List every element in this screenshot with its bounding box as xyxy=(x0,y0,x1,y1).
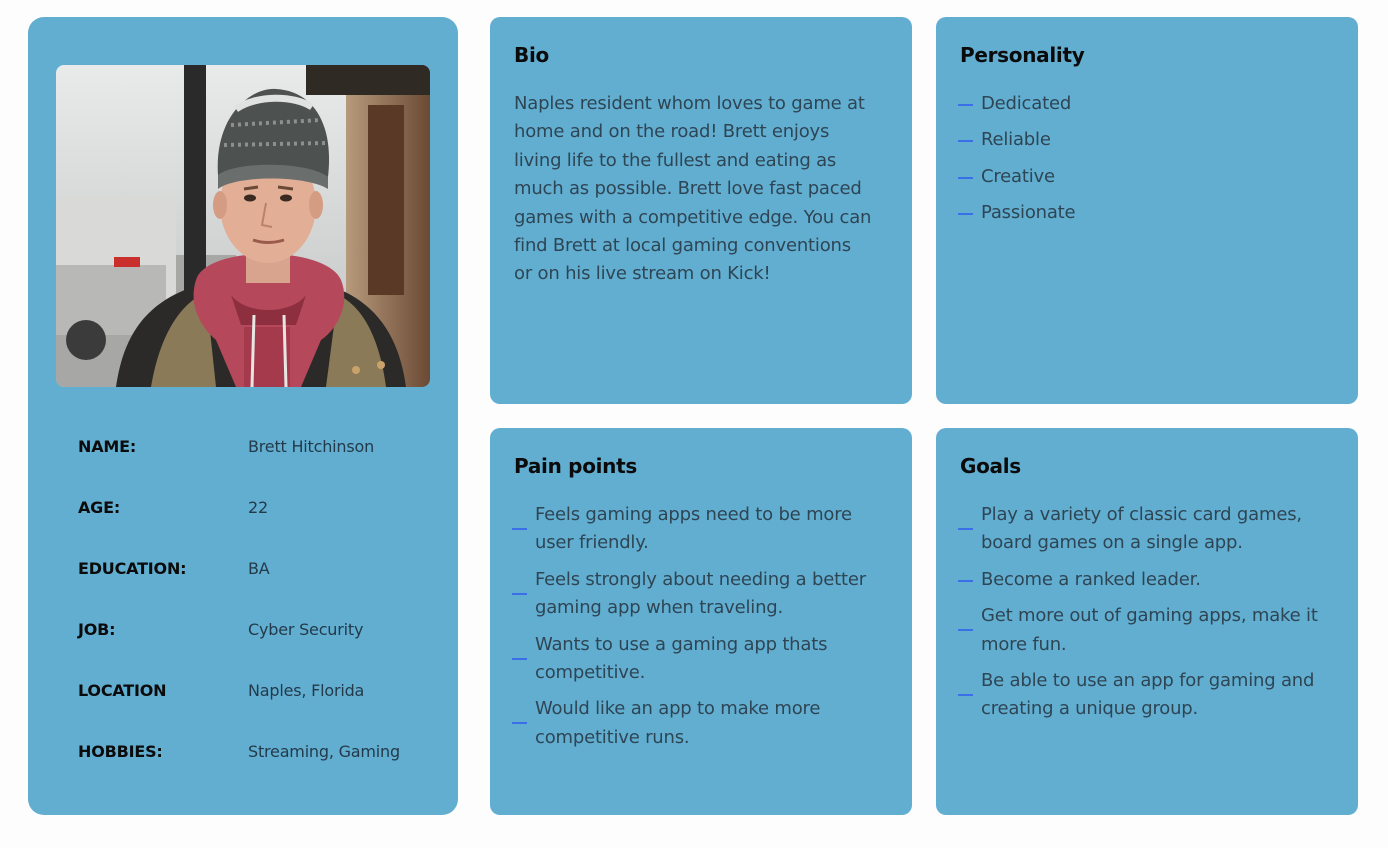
bio-card: Bio Naples resident whom loves to game a… xyxy=(490,17,912,404)
name-value: Brett Hitchinson xyxy=(248,437,375,456)
list-item: Feels gaming apps need to be more user f… xyxy=(512,501,892,558)
dash-bullet-icon xyxy=(958,528,973,530)
info-row-name: NAME: Brett Hitchinson xyxy=(78,435,428,496)
education-label: EDUCATION: xyxy=(78,559,187,578)
info-row-hobbies: HOBBIES: Streaming, Gaming xyxy=(78,740,428,801)
personality-title: Personality xyxy=(960,43,1085,67)
goal-label: Become a ranked leader. xyxy=(981,568,1201,590)
pain-points-card: Pain points Feels gaming apps need to be… xyxy=(490,428,912,815)
job-label: JOB: xyxy=(78,620,116,639)
dash-bullet-icon xyxy=(512,657,527,660)
list-item: Play a variety of classic card games, bo… xyxy=(958,501,1338,558)
pain-point-label: Wants to use a gaming app thats competit… xyxy=(535,633,828,684)
pain-point-label: Feels gaming apps need to be more user f… xyxy=(535,504,852,554)
profile-card: NAME: Brett Hitchinson AGE: 22 EDUCATION… xyxy=(28,17,458,815)
pain-points-title: Pain points xyxy=(514,454,637,478)
bio-text: Naples resident whom loves to game at ho… xyxy=(514,93,872,285)
goals-list: Play a variety of classic card games, bo… xyxy=(958,501,1338,732)
dash-bullet-icon xyxy=(958,579,973,582)
info-row-education: EDUCATION: BA xyxy=(78,557,428,618)
list-item: Be able to use an app for gaming and cre… xyxy=(958,667,1338,724)
education-value: BA xyxy=(248,559,270,578)
personality-list: Dedicated Reliable Creative Passionate xyxy=(958,90,1338,236)
hobbies-value: Streaming, Gaming xyxy=(248,742,400,761)
list-item: Become a ranked leader. xyxy=(958,566,1338,594)
dash-bullet-icon xyxy=(958,176,973,179)
profile-info: NAME: Brett Hitchinson AGE: 22 EDUCATION… xyxy=(78,435,428,801)
job-value: Cyber Security xyxy=(248,620,364,639)
dash-bullet-icon xyxy=(958,629,973,632)
list-item: Get more out of gaming apps, make it mor… xyxy=(958,602,1338,659)
info-row-age: AGE: 22 xyxy=(78,496,428,557)
goal-label: Play a variety of classic card games, bo… xyxy=(981,504,1302,554)
portrait-image xyxy=(56,65,430,387)
personality-card: Personality Dedicated Reliable Creative … xyxy=(936,17,1358,404)
info-row-location: LOCATION Naples, Florida xyxy=(78,679,428,740)
age-value: 22 xyxy=(248,498,268,517)
list-item: Passionate xyxy=(958,199,1338,227)
profile-photo xyxy=(56,65,430,387)
pain-points-list: Feels gaming apps need to be more user f… xyxy=(512,501,892,760)
goals-card: Goals Play a variety of classic card gam… xyxy=(936,428,1358,815)
dash-bullet-icon xyxy=(512,528,527,530)
goals-title: Goals xyxy=(960,454,1021,478)
personality-item-label: Creative xyxy=(981,165,1055,187)
hobbies-label: HOBBIES: xyxy=(78,742,163,761)
location-label: LOCATION xyxy=(78,681,167,700)
location-value: Naples, Florida xyxy=(248,681,365,700)
age-label: AGE: xyxy=(78,498,121,517)
dash-bullet-icon xyxy=(958,213,973,216)
persona-page: NAME: Brett Hitchinson AGE: 22 EDUCATION… xyxy=(0,0,1388,848)
pain-point-label: Feels strongly about needing a better ga… xyxy=(535,568,866,619)
pain-point-label: Would like an app to make more competiti… xyxy=(535,698,821,748)
name-label: NAME: xyxy=(78,437,137,456)
list-item: Reliable xyxy=(958,126,1338,154)
dash-bullet-icon xyxy=(512,722,527,725)
list-item: Dedicated xyxy=(958,90,1338,118)
goal-label: Be able to use an app for gaming and cre… xyxy=(981,670,1315,720)
bio-title: Bio xyxy=(514,43,549,67)
list-item: Would like an app to make more competiti… xyxy=(512,695,892,752)
dash-bullet-icon xyxy=(958,140,973,143)
list-item: Feels strongly about needing a better ga… xyxy=(512,566,892,623)
personality-item-label: Reliable xyxy=(981,129,1051,151)
dash-bullet-icon xyxy=(958,694,973,697)
goal-label: Get more out of gaming apps, make it mor… xyxy=(981,605,1318,655)
info-row-job: JOB: Cyber Security xyxy=(78,618,428,679)
list-item: Creative xyxy=(958,163,1338,191)
list-item: Wants to use a gaming app thats competit… xyxy=(512,631,892,688)
personality-item-label: Passionate xyxy=(981,202,1076,224)
dash-bullet-icon xyxy=(512,592,527,595)
personality-item-label: Dedicated xyxy=(981,93,1072,114)
dash-bullet-icon xyxy=(958,104,973,106)
